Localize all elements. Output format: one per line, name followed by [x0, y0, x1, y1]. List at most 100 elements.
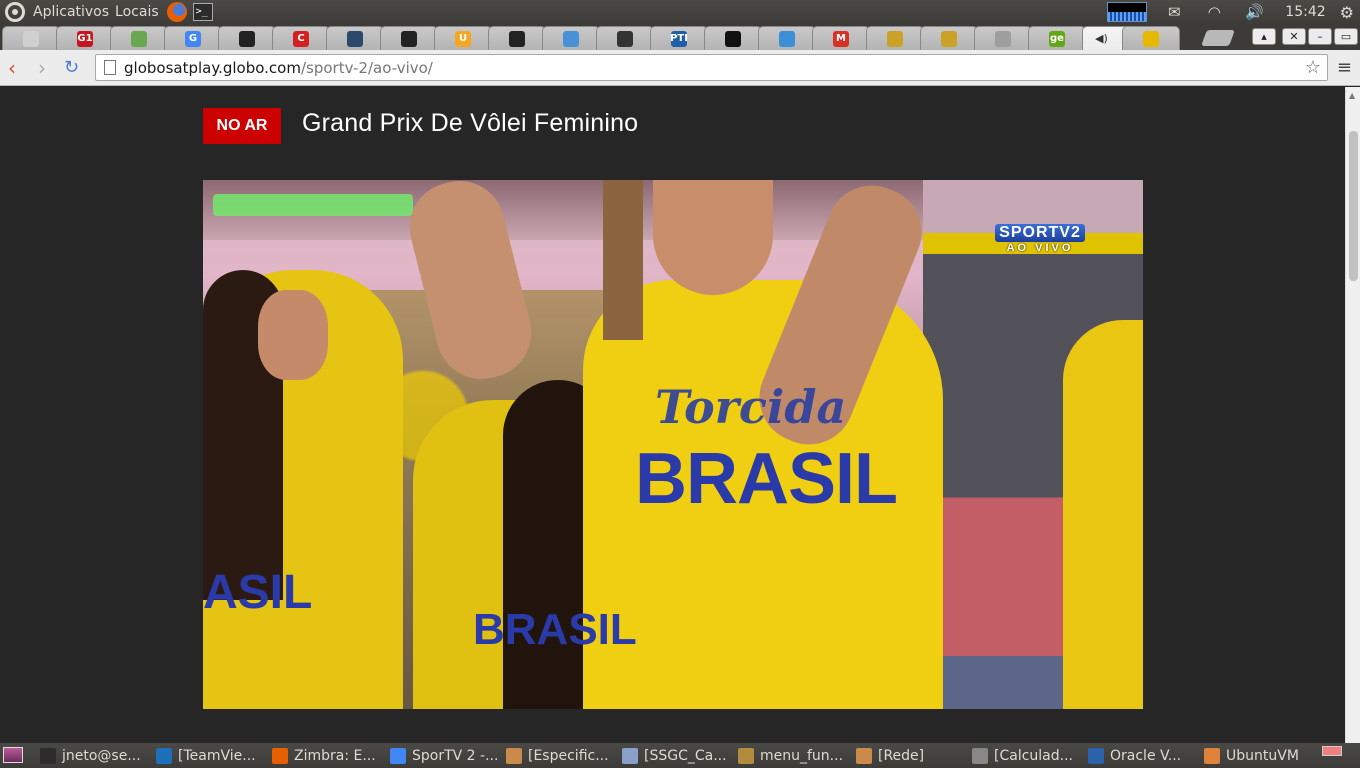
video-player[interactable]: Torcida BRASIL ASIL BRASIL SPORTV2 AO VI…: [203, 180, 1143, 709]
browser-tab[interactable]: [866, 26, 924, 50]
taskbar-item-label: Zimbra: E...: [294, 748, 376, 764]
browser-tab[interactable]: G1: [56, 26, 114, 50]
volume-icon[interactable]: 🔊: [1245, 3, 1264, 21]
clock[interactable]: 15:42: [1285, 4, 1325, 20]
browser-tab[interactable]: M: [812, 26, 870, 50]
page-scrollbar[interactable]: ▲: [1345, 87, 1360, 743]
browser-tab[interactable]: [380, 26, 438, 50]
taskbar-item-label: [Especific...: [528, 748, 609, 764]
tab-favicon: [995, 30, 1011, 47]
browser-tab[interactable]: [488, 26, 546, 50]
shirt-text-brasil: BRASIL: [635, 439, 898, 519]
maximize-window-button[interactable]: ▭: [1334, 28, 1358, 45]
taskbar-item[interactable]: [SSGC_Ca...: [622, 746, 727, 766]
browser-tab[interactable]: [218, 26, 276, 50]
speaker-icon[interactable]: ◀): [1095, 32, 1108, 45]
minimize-window-button[interactable]: –: [1308, 28, 1332, 45]
reload-icon[interactable]: ↻: [64, 56, 79, 80]
page-title: Grand Prix De Vôlei Feminino: [302, 109, 639, 137]
taskbar-item[interactable]: UbuntuVM: [1204, 746, 1299, 766]
bookmark-star-icon[interactable]: ☆: [1305, 57, 1321, 78]
shirt-text-left: ASIL: [203, 566, 313, 619]
browser-tab[interactable]: C: [272, 26, 330, 50]
top-panel: Aplicativos Locais >_ ✉ ◠ 🔊 15:42 ⚙: [0, 0, 1360, 24]
chrome-menu-icon[interactable]: ≡: [1337, 57, 1352, 78]
show-desktop-icon[interactable]: [3, 747, 23, 763]
panel-tray: ✉ ◠ 🔊 15:42 ⚙: [1107, 0, 1360, 24]
taskbar-item[interactable]: SporTV 2 -...: [390, 746, 498, 766]
forward-icon[interactable]: ›: [38, 56, 46, 80]
ubuntu-logo-icon[interactable]: [5, 2, 25, 22]
browser-tab[interactable]: [596, 26, 654, 50]
video-person-right: [1063, 320, 1143, 709]
terminal-icon: [40, 748, 56, 764]
system-monitor-graph[interactable]: [1107, 2, 1148, 22]
taskbar-item[interactable]: Oracle V...: [1088, 746, 1181, 766]
page-icon: [104, 60, 116, 75]
document-icon: [622, 748, 638, 764]
browser-tab[interactable]: PTI: [650, 26, 708, 50]
places-menu[interactable]: Locais: [115, 4, 159, 20]
taskbar-item-label: SporTV 2 -...: [412, 748, 499, 764]
browser-tab[interactable]: [758, 26, 816, 50]
gear-icon[interactable]: ⚙: [1340, 3, 1354, 22]
browser-tab[interactable]: [920, 26, 978, 50]
back-icon[interactable]: ‹: [8, 56, 16, 80]
channel-logo: SPORTV2 AO VIVO: [988, 222, 1092, 254]
tab-favicon: [131, 30, 147, 47]
user-icon[interactable]: ▴: [1252, 28, 1276, 45]
taskbar-item-label: jneto@se...: [62, 748, 141, 764]
tab-favicon: [617, 30, 633, 47]
page-content: NO AR Grand Prix De Vôlei Feminino Torci…: [0, 87, 1345, 743]
browser-tab[interactable]: U: [434, 26, 492, 50]
browser-tab[interactable]: G: [164, 26, 222, 50]
new-tab-button[interactable]: [1201, 30, 1235, 46]
tab-strip: ▴ ✕ – ▭ G1GCUPTIMge◀)✕: [0, 24, 1360, 50]
browser-tab[interactable]: ge: [1028, 26, 1086, 50]
browser-tab[interactable]: [974, 26, 1032, 50]
workspace-switcher[interactable]: [1322, 746, 1342, 756]
bottom-taskbar: jneto@se... [TeamVie... Zimbra: E... SporTV…: [0, 743, 1360, 768]
chrome-icon: [390, 748, 406, 764]
browser-tab[interactable]: [2, 26, 60, 50]
terminal-launcher-icon[interactable]: >_: [192, 3, 213, 21]
taskbar-item[interactable]: [TeamVie...: [156, 746, 256, 766]
browser-tab[interactable]: [704, 26, 762, 50]
taskbar-item[interactable]: [Especific...: [506, 746, 609, 766]
scroll-thumb[interactable]: [1349, 131, 1358, 281]
scroll-up-icon[interactable]: ▲: [1349, 91, 1355, 100]
apps-menu[interactable]: Aplicativos: [33, 4, 109, 20]
tab-favicon: [887, 30, 903, 47]
tab-favicon: [401, 30, 417, 47]
close-window-button[interactable]: ✕: [1282, 28, 1306, 45]
wifi-icon[interactable]: ◠: [1205, 3, 1223, 21]
panel-menu: Aplicativos Locais: [33, 4, 165, 20]
address-bar[interactable]: globosatplay.globo.com/sportv-2/ao-vivo/…: [95, 54, 1328, 81]
browser-tab[interactable]: [542, 26, 600, 50]
taskbar-item-label: [Calculad...: [994, 748, 1073, 764]
taskbar-item[interactable]: Zimbra: E...: [272, 746, 376, 766]
tab-favicon: M: [833, 30, 849, 47]
browser-tab[interactable]: [326, 26, 384, 50]
url-path: /sportv-2/ao-vivo/: [300, 58, 433, 77]
taskbar-item[interactable]: menu_fun...: [738, 746, 843, 766]
browser-toolbar: ‹ › ↻ globosatplay.globo.com/sportv-2/ao…: [0, 50, 1360, 86]
teamviewer-icon: [156, 748, 172, 764]
tab-favicon: PTI: [670, 30, 688, 47]
browser-tab[interactable]: [110, 26, 168, 50]
tab-favicon: ge: [1049, 30, 1065, 47]
folder-icon: [1204, 748, 1220, 764]
browser-tab[interactable]: [1122, 26, 1180, 50]
mail-icon[interactable]: ✉: [1165, 3, 1183, 21]
channel-logo-brand: SPORTV2: [995, 224, 1085, 242]
firefox-launcher-icon[interactable]: [166, 2, 187, 22]
tab-favicon: [779, 30, 795, 47]
live-badge: NO AR: [203, 108, 281, 144]
virtualbox-icon: [1088, 748, 1104, 764]
taskbar-item[interactable]: [Rede]: [856, 746, 924, 766]
taskbar-item[interactable]: [Calculad...: [972, 746, 1073, 766]
tab-favicon: [347, 30, 363, 47]
video-light: [213, 194, 413, 216]
tab-favicon: [239, 30, 255, 47]
taskbar-item[interactable]: jneto@se...: [40, 746, 141, 766]
